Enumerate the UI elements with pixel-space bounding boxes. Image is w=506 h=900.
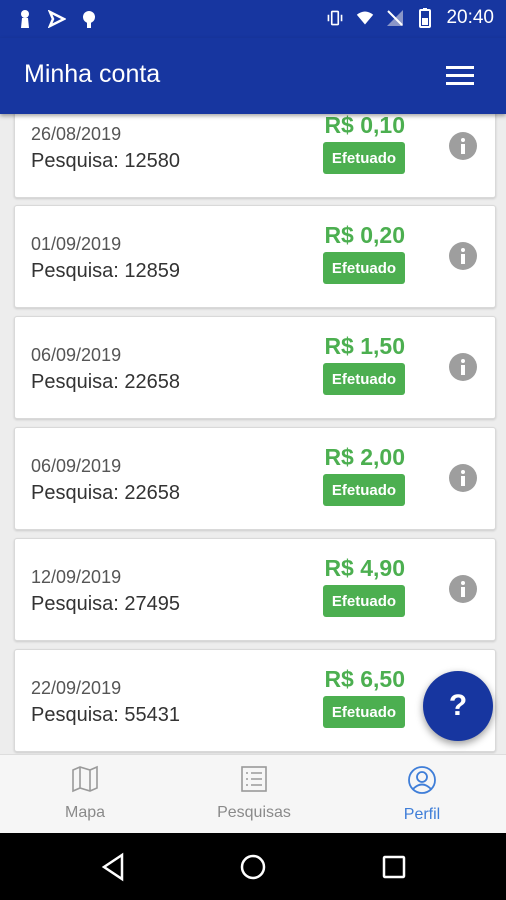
transaction-amount: R$ 4,90 <box>324 555 405 581</box>
transaction-search: Pesquisa: 22658 <box>31 482 181 504</box>
transaction-amount: R$ 0,20 <box>324 222 405 248</box>
status-badge: Efetuado <box>323 474 405 506</box>
transaction-amount: R$ 0,10 <box>324 114 405 138</box>
recents-icon[interactable] <box>378 851 410 883</box>
transaction-search: Pesquisa: 12859 <box>31 260 181 282</box>
transaction-card[interactable]: 06/09/2019 Pesquisa: 22658 R$ 1,50 Efetu… <box>14 316 496 419</box>
status-badge: Efetuado <box>323 252 405 284</box>
status-badge: Efetuado <box>323 142 405 174</box>
info-icon[interactable] <box>449 132 477 160</box>
transaction-search: Pesquisa: 55431 <box>31 704 181 726</box>
nav-label: Perfil <box>403 806 441 823</box>
status-badge: Efetuado <box>323 585 405 617</box>
battery-icon <box>416 7 434 29</box>
status-badge: Efetuado <box>323 696 405 728</box>
info-icon[interactable] <box>449 575 477 603</box>
transaction-list[interactable]: 26/08/2019 Pesquisa: 12580 R$ 0,10 Efetu… <box>0 114 506 754</box>
map-icon <box>71 765 99 797</box>
transaction-card[interactable]: 01/09/2019 Pesquisa: 12859 R$ 0,20 Efetu… <box>14 205 496 308</box>
notification-icon <box>16 8 34 30</box>
transaction-date: 12/09/2019 <box>31 567 122 587</box>
transaction-search: Pesquisa: 12580 <box>31 150 181 172</box>
info-icon[interactable] <box>449 242 477 270</box>
app-bar: Minha conta <box>0 38 506 114</box>
transaction-date: 22/09/2019 <box>31 678 122 698</box>
no-signal-icon <box>386 7 404 29</box>
hamburger-menu-icon[interactable] <box>446 66 474 86</box>
back-icon[interactable] <box>98 851 130 883</box>
location-icon <box>48 8 66 30</box>
page-title: Minha conta <box>24 60 161 88</box>
list-icon <box>240 766 268 797</box>
transaction-amount: R$ 6,50 <box>324 666 405 692</box>
info-icon[interactable] <box>449 353 477 381</box>
status-time: 20:40 <box>446 7 494 28</box>
info-icon[interactable] <box>449 464 477 492</box>
status-badge: Efetuado <box>323 363 405 395</box>
transaction-amount: R$ 2,00 <box>324 444 405 470</box>
wifi-icon <box>356 7 374 29</box>
transaction-card[interactable]: 26/08/2019 Pesquisa: 12580 R$ 0,10 Efetu… <box>14 114 496 198</box>
android-icon <box>80 8 98 30</box>
transaction-date: 06/09/2019 <box>31 456 122 476</box>
bottom-nav: Mapa Pesquisas Perfil <box>0 754 506 834</box>
transaction-date: 06/09/2019 <box>31 345 122 365</box>
transaction-date: 26/08/2019 <box>31 124 122 144</box>
system-nav-bar <box>0 833 506 900</box>
home-icon[interactable] <box>237 851 269 883</box>
nav-item-mapa[interactable]: Mapa <box>20 765 150 822</box>
transaction-amount: R$ 1,50 <box>324 333 405 359</box>
status-bar: 20:40 <box>0 0 506 38</box>
help-button[interactable]: ? <box>423 671 493 741</box>
nav-item-pesquisas[interactable]: Pesquisas <box>189 765 319 822</box>
transaction-card[interactable]: 06/09/2019 Pesquisa: 22658 R$ 2,00 Efetu… <box>14 427 496 530</box>
transaction-search: Pesquisa: 27495 <box>31 593 181 615</box>
nav-label: Mapa <box>64 804 106 821</box>
vibrate-icon <box>326 7 344 29</box>
nav-label: Pesquisas <box>217 804 291 821</box>
transaction-date: 01/09/2019 <box>31 234 122 254</box>
transaction-search: Pesquisa: 22658 <box>31 371 181 393</box>
transaction-card[interactable]: 12/09/2019 Pesquisa: 27495 R$ 4,90 Efetu… <box>14 538 496 641</box>
nav-item-perfil[interactable]: Perfil <box>357 765 487 824</box>
profile-icon <box>407 766 437 799</box>
